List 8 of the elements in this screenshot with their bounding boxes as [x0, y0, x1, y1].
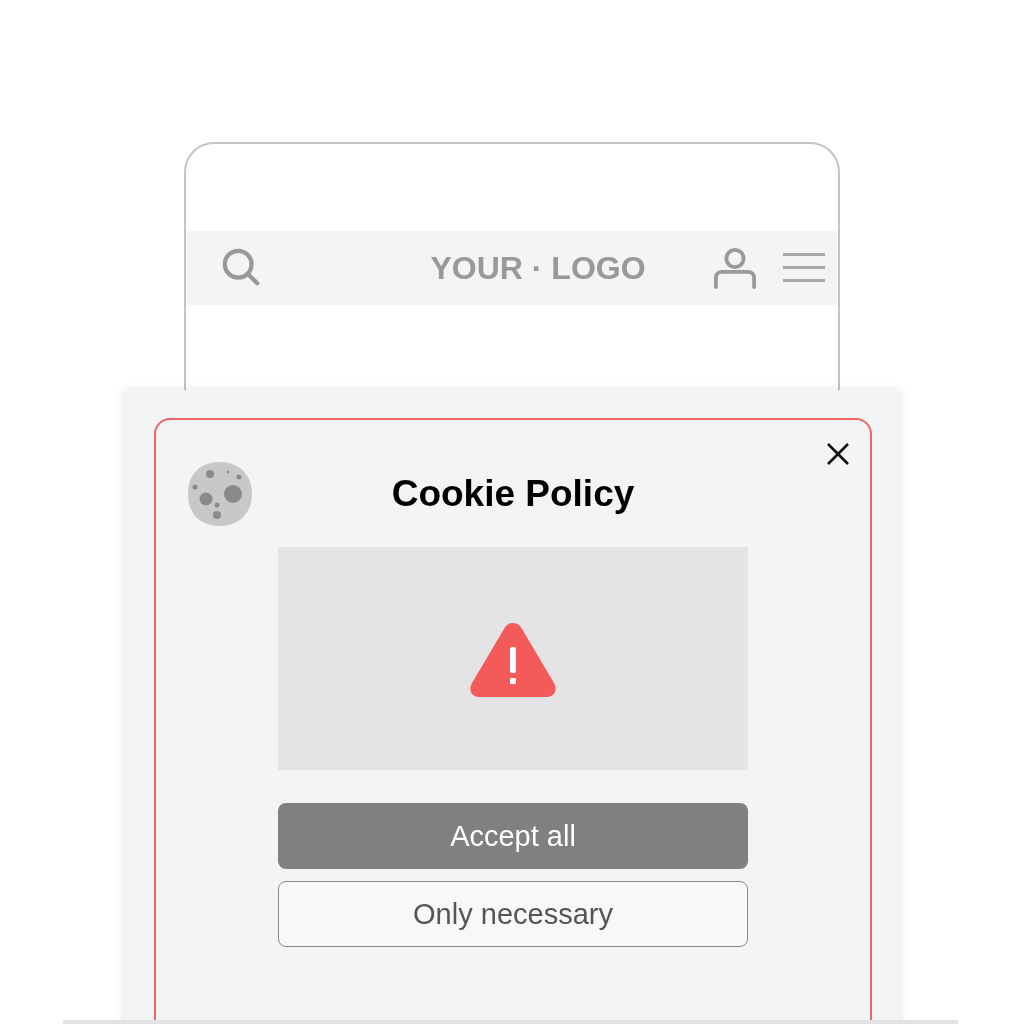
close-button[interactable]: [826, 442, 850, 466]
necessary-button[interactable]: Only necessary: [278, 881, 748, 947]
logo-text: YOUR · LOGO: [429, 249, 647, 287]
menu-icon[interactable]: [783, 253, 825, 283]
user-icon[interactable]: [713, 247, 757, 289]
dialog-title: Cookie Policy: [391, 472, 635, 516]
accept-button[interactable]: Accept all: [278, 803, 748, 869]
cookie-icon: [186, 460, 254, 528]
